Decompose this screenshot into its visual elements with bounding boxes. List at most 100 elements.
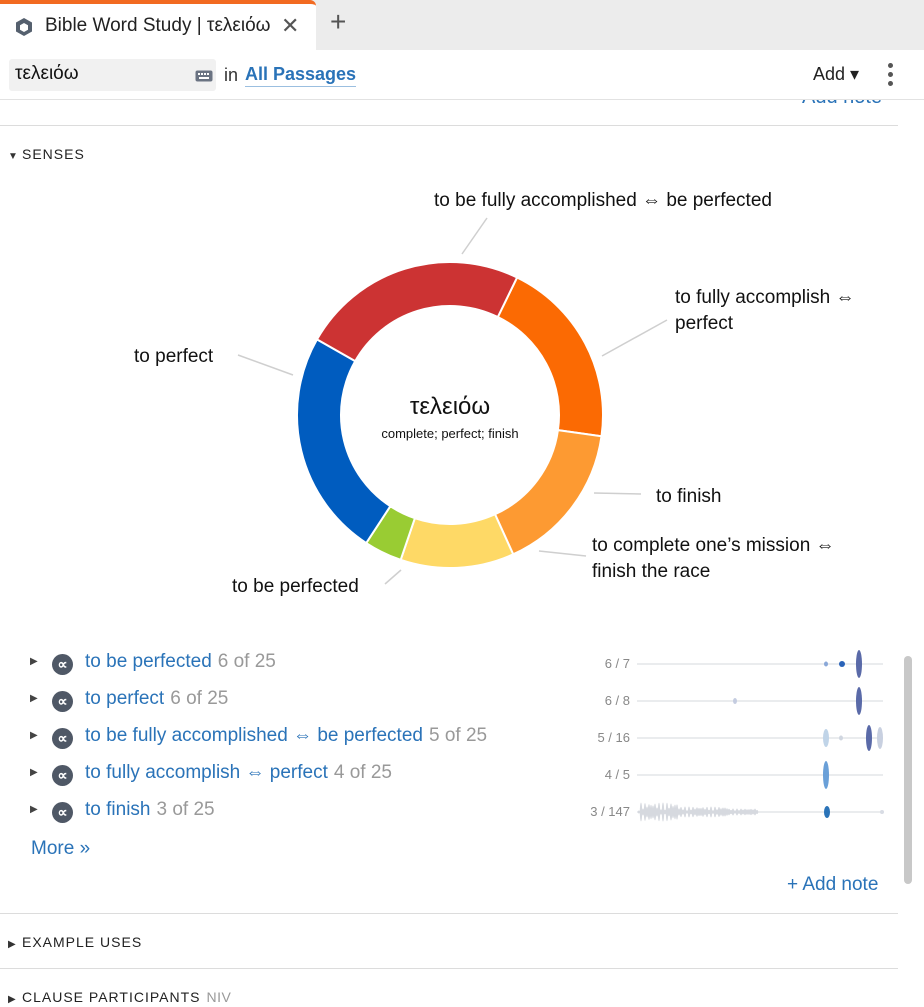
donut-slice[interactable] bbox=[493, 429, 603, 556]
scrollbar[interactable] bbox=[904, 656, 912, 884]
sense-count: 4 of 25 bbox=[333, 762, 392, 783]
sense-ratio: 3 / 147 bbox=[590, 804, 630, 819]
chart-center-gloss: complete; perfect; finish bbox=[381, 426, 518, 441]
sense-label: to finish bbox=[85, 799, 151, 820]
sense-label: to fully accomplish ⇔ perfect bbox=[85, 762, 328, 783]
expand-triangle-icon[interactable]: ▶ bbox=[30, 656, 38, 667]
expand-triangle-icon[interactable]: ▶ bbox=[30, 767, 38, 778]
guide-hexagon-icon bbox=[16, 18, 32, 36]
tab-strip: Bible Word Study | τελειόω ✕ + bbox=[0, 0, 924, 50]
sense-icon: ∝ bbox=[52, 691, 73, 712]
distribution-sparkline[interactable] bbox=[637, 687, 887, 715]
sparkline-mark bbox=[880, 810, 884, 814]
sense-ratio: 4 / 5 bbox=[604, 767, 630, 782]
sense-link[interactable]: to finish 3 of 25 bbox=[85, 799, 215, 821]
divider bbox=[0, 968, 898, 969]
sense-icon: ∝ bbox=[52, 654, 73, 675]
passages-selector[interactable]: All Passages bbox=[245, 64, 357, 87]
slice-label: finish the race bbox=[592, 561, 710, 582]
search-box bbox=[9, 59, 216, 91]
sense-link[interactable]: to be perfected 6 of 25 bbox=[85, 651, 276, 673]
keyboard-icon[interactable] bbox=[195, 70, 213, 82]
slice-label: to be perfected bbox=[232, 576, 359, 597]
leader-line bbox=[601, 319, 668, 357]
sparkline-mark bbox=[856, 650, 862, 678]
sparkline-mark bbox=[856, 687, 862, 715]
leader-line bbox=[384, 569, 402, 585]
add-menu-button[interactable]: Add ▾ bbox=[813, 64, 859, 85]
sparkline-mark bbox=[839, 735, 843, 741]
donut-slice[interactable] bbox=[399, 512, 515, 569]
sense-row[interactable]: ▶ ∝ to perfect 6 of 25 6 / 8 bbox=[0, 682, 900, 719]
sense-icon: ∝ bbox=[52, 765, 73, 786]
divider bbox=[0, 125, 898, 126]
sense-label: to be perfected bbox=[85, 651, 212, 672]
leader-line bbox=[538, 550, 587, 557]
distribution-sparkline[interactable] bbox=[637, 724, 887, 752]
sense-link[interactable]: to perfect 6 of 25 bbox=[85, 688, 228, 710]
sparkline-mark bbox=[733, 698, 737, 704]
section-subtitle: NIV bbox=[206, 989, 232, 1005]
donut-slice[interactable] bbox=[496, 276, 604, 438]
distribution-sparkline[interactable] bbox=[637, 798, 887, 826]
sparkline-mark bbox=[824, 661, 828, 667]
expand-triangle-icon[interactable]: ▶ bbox=[30, 730, 38, 741]
sparkline-mark bbox=[877, 727, 883, 749]
slice-label: to complete one’s mission ⇔ bbox=[592, 535, 835, 556]
sense-ratio: 5 / 16 bbox=[597, 730, 630, 745]
previous-add-note-link[interactable]: Add note bbox=[802, 100, 882, 109]
sense-row[interactable]: ▶ ∝ to finish 3 of 25 3 / 147 bbox=[0, 793, 900, 830]
in-label: in bbox=[224, 65, 239, 85]
search-input[interactable] bbox=[15, 63, 185, 85]
sense-count: 5 of 25 bbox=[428, 725, 488, 746]
slice-label: to be fully accomplished ⇔ be perfected bbox=[434, 190, 772, 211]
sense-row[interactable]: ▶ ∝ to be perfected 6 of 25 6 / 7 bbox=[0, 645, 900, 682]
leader-line bbox=[593, 492, 642, 495]
sense-label: to be fully accomplished ⇔ be perfected bbox=[85, 725, 423, 746]
divider bbox=[0, 913, 898, 914]
new-tab-icon[interactable]: + bbox=[330, 8, 346, 36]
sense-ratio: 6 / 8 bbox=[604, 693, 630, 708]
tab-bible-word-study[interactable]: Bible Word Study | τελειόω ✕ bbox=[0, 0, 316, 50]
chart-center-word: τελειόω bbox=[410, 393, 490, 420]
distribution-sparkline[interactable] bbox=[637, 761, 887, 789]
add-note-link[interactable]: + Add note bbox=[787, 874, 878, 896]
section-title: CLAUSE PARTICIPANTS bbox=[22, 989, 201, 1005]
sense-label: to perfect bbox=[85, 688, 165, 709]
sense-link[interactable]: to be fully accomplished ⇔ be perfected 5… bbox=[85, 725, 487, 747]
sense-row[interactable]: ▶ ∝ to be fully accomplished ⇔ be perfecte… bbox=[0, 719, 900, 756]
more-options-icon[interactable] bbox=[888, 63, 896, 90]
slice-label: to perfect bbox=[134, 346, 214, 367]
slice-label: to finish bbox=[656, 486, 721, 507]
toolbar: in All Passages Add ▾ bbox=[0, 50, 924, 100]
sense-row[interactable]: ▶ ∝ to fully accomplish ⇔ perfect 4 of 25 4 … bbox=[0, 756, 900, 793]
content-panel: Add note ▼SENSES to be fully accomplishe… bbox=[0, 100, 924, 1007]
sparkline-mark bbox=[823, 761, 829, 789]
sense-icon: ∝ bbox=[52, 802, 73, 823]
expand-triangle-icon: ▶ bbox=[8, 994, 17, 1005]
more-senses-link[interactable]: More » bbox=[31, 838, 90, 860]
slice-label: perfect bbox=[675, 313, 734, 334]
sparkline-mark bbox=[824, 806, 830, 818]
section-title: EXAMPLE USES bbox=[22, 934, 143, 950]
tab-title: Bible Word Study | τελειόω bbox=[45, 15, 271, 36]
senses-donut-chart: to be fully accomplished ⇔ be perfected t… bbox=[134, 190, 855, 597]
sense-count: 6 of 25 bbox=[217, 651, 276, 672]
sense-link[interactable]: to fully accomplish ⇔ perfect 4 of 25 bbox=[85, 762, 392, 784]
sparkline-mark bbox=[866, 725, 872, 751]
example-uses-section-header[interactable]: ▶ EXAMPLE USES bbox=[8, 934, 142, 950]
expand-triangle-icon[interactable]: ▶ bbox=[30, 804, 38, 815]
sparkline-mark bbox=[839, 661, 845, 667]
sense-icon: ∝ bbox=[52, 728, 73, 749]
expand-triangle-icon: ▶ bbox=[8, 939, 17, 950]
sense-count: 6 of 25 bbox=[170, 688, 229, 709]
sense-count: 3 of 25 bbox=[156, 799, 215, 820]
sparkline-mark bbox=[823, 729, 829, 747]
expand-triangle-icon[interactable]: ▶ bbox=[30, 693, 38, 704]
tab-close-icon[interactable]: ✕ bbox=[281, 13, 299, 39]
distribution-sparkline[interactable] bbox=[637, 650, 887, 678]
donut-slice[interactable] bbox=[315, 261, 519, 363]
clause-participants-section-header[interactable]: ▶ CLAUSE PARTICIPANTS NIV bbox=[8, 989, 231, 1005]
sense-ratio: 6 / 7 bbox=[604, 656, 630, 671]
donut-slice[interactable] bbox=[296, 338, 392, 545]
